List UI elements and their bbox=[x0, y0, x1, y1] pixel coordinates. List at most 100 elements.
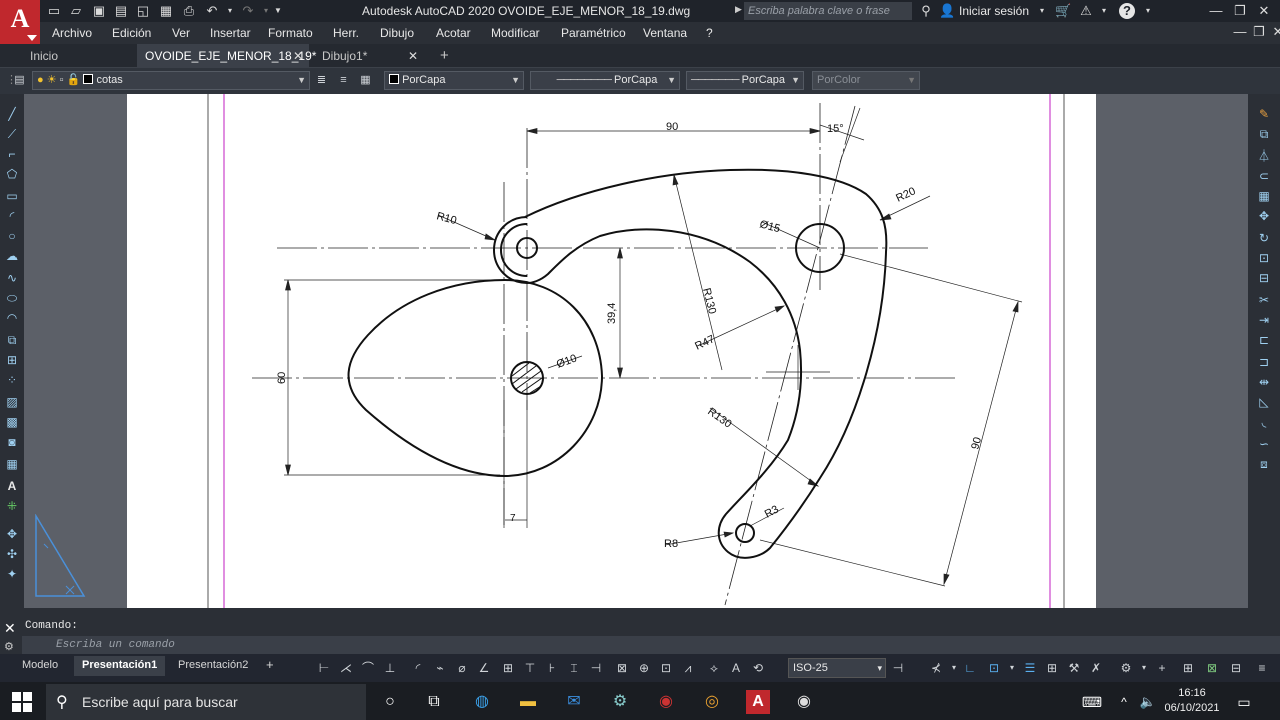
line-icon[interactable]: ╱ bbox=[4, 106, 20, 122]
clean-screen-icon[interactable]: ⊟ bbox=[1228, 660, 1244, 676]
mail-icon[interactable]: ✉ bbox=[562, 690, 586, 714]
keyboard-icon[interactable]: ⌨ bbox=[1080, 690, 1104, 714]
add-layout-button[interactable]: + bbox=[258, 656, 282, 676]
dim-r8[interactable]: R8 bbox=[664, 538, 678, 550]
revcloud-icon[interactable]: ☁ bbox=[4, 248, 20, 264]
blend-curves-icon[interactable]: ∽ bbox=[1256, 436, 1272, 452]
break-point-icon[interactable]: ⊏ bbox=[1256, 332, 1272, 348]
construction-line-icon[interactable]: ⟋ bbox=[4, 126, 20, 142]
workspace-gear-icon[interactable]: ⚙ bbox=[1118, 660, 1134, 676]
make-block-icon[interactable]: ⊞ bbox=[4, 352, 20, 368]
dim-angular-icon[interactable]: ∠ bbox=[476, 660, 492, 676]
dim-text-edit-icon[interactable]: A bbox=[728, 660, 744, 676]
help-dropdown-icon[interactable]: ▾ bbox=[1140, 3, 1156, 19]
user-icon[interactable]: 👤 bbox=[939, 3, 955, 19]
free-orbit-icon[interactable]: ✣ bbox=[4, 546, 20, 562]
rotate-icon[interactable]: ↻ bbox=[1256, 230, 1272, 246]
obs-icon[interactable]: ◉ bbox=[792, 690, 816, 714]
a360-dropdown-icon[interactable]: ▾ bbox=[1096, 3, 1112, 19]
dim-diam-15[interactable]: Ø15 bbox=[758, 218, 781, 235]
restore-icon[interactable]: ❐ bbox=[1229, 2, 1251, 20]
signin-button[interactable]: Iniciar sesión bbox=[959, 4, 1029, 18]
search-input[interactable]: Escriba palabra clave o frase bbox=[744, 2, 912, 20]
isolate-objects-icon[interactable]: ⊞ bbox=[1180, 660, 1196, 676]
dim-39-4[interactable]: 39,4 bbox=[606, 303, 618, 324]
mtext-icon[interactable]: A bbox=[4, 478, 20, 494]
dim-ordinate-icon[interactable]: ⊥ bbox=[382, 660, 398, 676]
table-icon[interactable]: ▦ bbox=[4, 456, 20, 472]
ellipse-icon[interactable]: ⬭ bbox=[4, 290, 20, 306]
array-icon[interactable]: ▦ bbox=[1256, 188, 1272, 204]
dim-r130-lower[interactable]: R130 bbox=[705, 406, 733, 431]
new-tab-button[interactable]: + bbox=[432, 44, 456, 68]
a360-icon[interactable]: ⚠ bbox=[1078, 3, 1094, 19]
cart-icon[interactable]: 🛒 bbox=[1055, 3, 1071, 19]
tab-dibujo1[interactable]: Dibujo1* ✕ bbox=[314, 44, 424, 68]
search-expand-icon[interactable]: ▶ bbox=[735, 4, 742, 15]
selection-cycling-icon[interactable]: ⚒ bbox=[1066, 660, 1082, 676]
open-file-icon[interactable]: ▱ bbox=[68, 3, 84, 19]
menu-edicion[interactable]: Edición bbox=[112, 26, 151, 40]
customize-qat-icon[interactable]: ▼ bbox=[270, 3, 286, 19]
drawing-canvas[interactable]: 90 15° R20 R10 Ø15 R130 39,4 R47 60 Ø10 … bbox=[127, 94, 1096, 608]
publish-icon[interactable]: ◱ bbox=[135, 3, 151, 19]
dim-angle-15[interactable]: 15° bbox=[827, 123, 844, 135]
jogged-linear-icon[interactable]: ⩘ bbox=[680, 660, 696, 676]
help-icon[interactable]: ? bbox=[1119, 3, 1135, 19]
inspection-icon[interactable]: ⊡ bbox=[658, 660, 674, 676]
rectangle-icon[interactable]: ▭ bbox=[4, 188, 20, 204]
menu-dibujo[interactable]: Dibujo bbox=[380, 26, 414, 40]
layer-dropdown[interactable]: ● ☀ ▫ 🔓 cotas ▼ bbox=[32, 71, 310, 90]
file-explorer-icon[interactable]: ▬ bbox=[516, 690, 540, 714]
application-menu-button[interactable]: A bbox=[0, 0, 40, 44]
dim-r130-upper[interactable]: R130 bbox=[700, 287, 718, 315]
dim-r10[interactable]: R10 bbox=[435, 210, 458, 227]
color-dropdown[interactable]: PorCapa ▼ bbox=[384, 71, 524, 90]
dim-diameter-icon[interactable]: ⌀ bbox=[454, 660, 470, 676]
clock[interactable]: 16:16 06/10/2021 bbox=[1162, 686, 1222, 716]
save-icon[interactable]: ▣ bbox=[91, 3, 107, 19]
tracking-icon[interactable]: ⊀ bbox=[928, 660, 944, 676]
close-icon[interactable]: ✕ bbox=[1253, 2, 1275, 20]
menu-insertar[interactable]: Insertar bbox=[210, 26, 251, 40]
menu-parametrico[interactable]: Paramétrico bbox=[561, 26, 626, 40]
osnap-icon[interactable]: ⊡ bbox=[986, 660, 1002, 676]
close-tab-icon[interactable]: ✕ bbox=[293, 44, 303, 68]
stretch-icon[interactable]: ⊟ bbox=[1256, 270, 1272, 286]
dim-style-icon[interactable]: ⊣ bbox=[890, 660, 906, 676]
menu-formato[interactable]: Formato bbox=[268, 26, 313, 40]
quick-dim-icon[interactable]: ⊞ bbox=[500, 660, 516, 676]
dim-linear-icon[interactable]: ⊢ bbox=[316, 660, 332, 676]
lineweight-icon[interactable]: ☰ bbox=[1022, 660, 1038, 676]
continuous-orbit-icon[interactable]: ✦ bbox=[4, 566, 20, 582]
copy-icon[interactable]: ⧉ bbox=[1256, 126, 1272, 142]
transparency-icon[interactable]: ⊞ bbox=[1044, 660, 1060, 676]
command-settings-icon[interactable]: ⚙ bbox=[4, 640, 14, 653]
arc-icon[interactable]: ◜ bbox=[4, 208, 20, 224]
dim-space-icon[interactable]: ⌶ bbox=[566, 660, 582, 676]
volume-icon[interactable]: 🔈 bbox=[1136, 690, 1160, 714]
spline-icon[interactable]: ∿ bbox=[4, 270, 20, 286]
tab-presentacion1[interactable]: Presentación1 bbox=[74, 656, 166, 676]
chevron-down-icon[interactable]: ▾ bbox=[1004, 660, 1020, 676]
undo-icon[interactable]: ↶ bbox=[204, 3, 220, 19]
windows-start-icon[interactable] bbox=[12, 692, 32, 712]
layer-properties-icon[interactable]: ▤ bbox=[12, 73, 27, 88]
menu-ventana[interactable]: Ventana bbox=[643, 26, 687, 40]
menu-ver[interactable]: Ver bbox=[172, 26, 190, 40]
tab-presentacion2[interactable]: Presentación2 bbox=[170, 656, 256, 676]
scale-icon[interactable]: ⊡ bbox=[1256, 250, 1272, 266]
autocad-taskbar-icon[interactable]: A bbox=[746, 690, 770, 714]
ortho-icon[interactable]: ∟ bbox=[962, 660, 978, 676]
dim-style-dropdown[interactable]: ISO-25 ▾ bbox=[788, 658, 886, 678]
plot-icon[interactable]: ⎙ bbox=[181, 3, 197, 19]
join-icon[interactable]: ⇹ bbox=[1256, 374, 1272, 390]
hardware-accel-icon[interactable]: ⊠ bbox=[1204, 660, 1220, 676]
chevron-down-icon[interactable]: ▾ bbox=[946, 660, 962, 676]
taskbar-search-input[interactable]: Escribe aquí para buscar bbox=[46, 684, 366, 720]
dim-update-icon[interactable]: ⟲ bbox=[750, 660, 766, 676]
chamfer-icon[interactable]: ◺ bbox=[1256, 394, 1272, 410]
orbit-icon[interactable]: ✥ bbox=[4, 526, 20, 542]
cortana-icon[interactable]: ○ bbox=[378, 690, 402, 714]
dim-baseline-icon[interactable]: ⊤ bbox=[522, 660, 538, 676]
